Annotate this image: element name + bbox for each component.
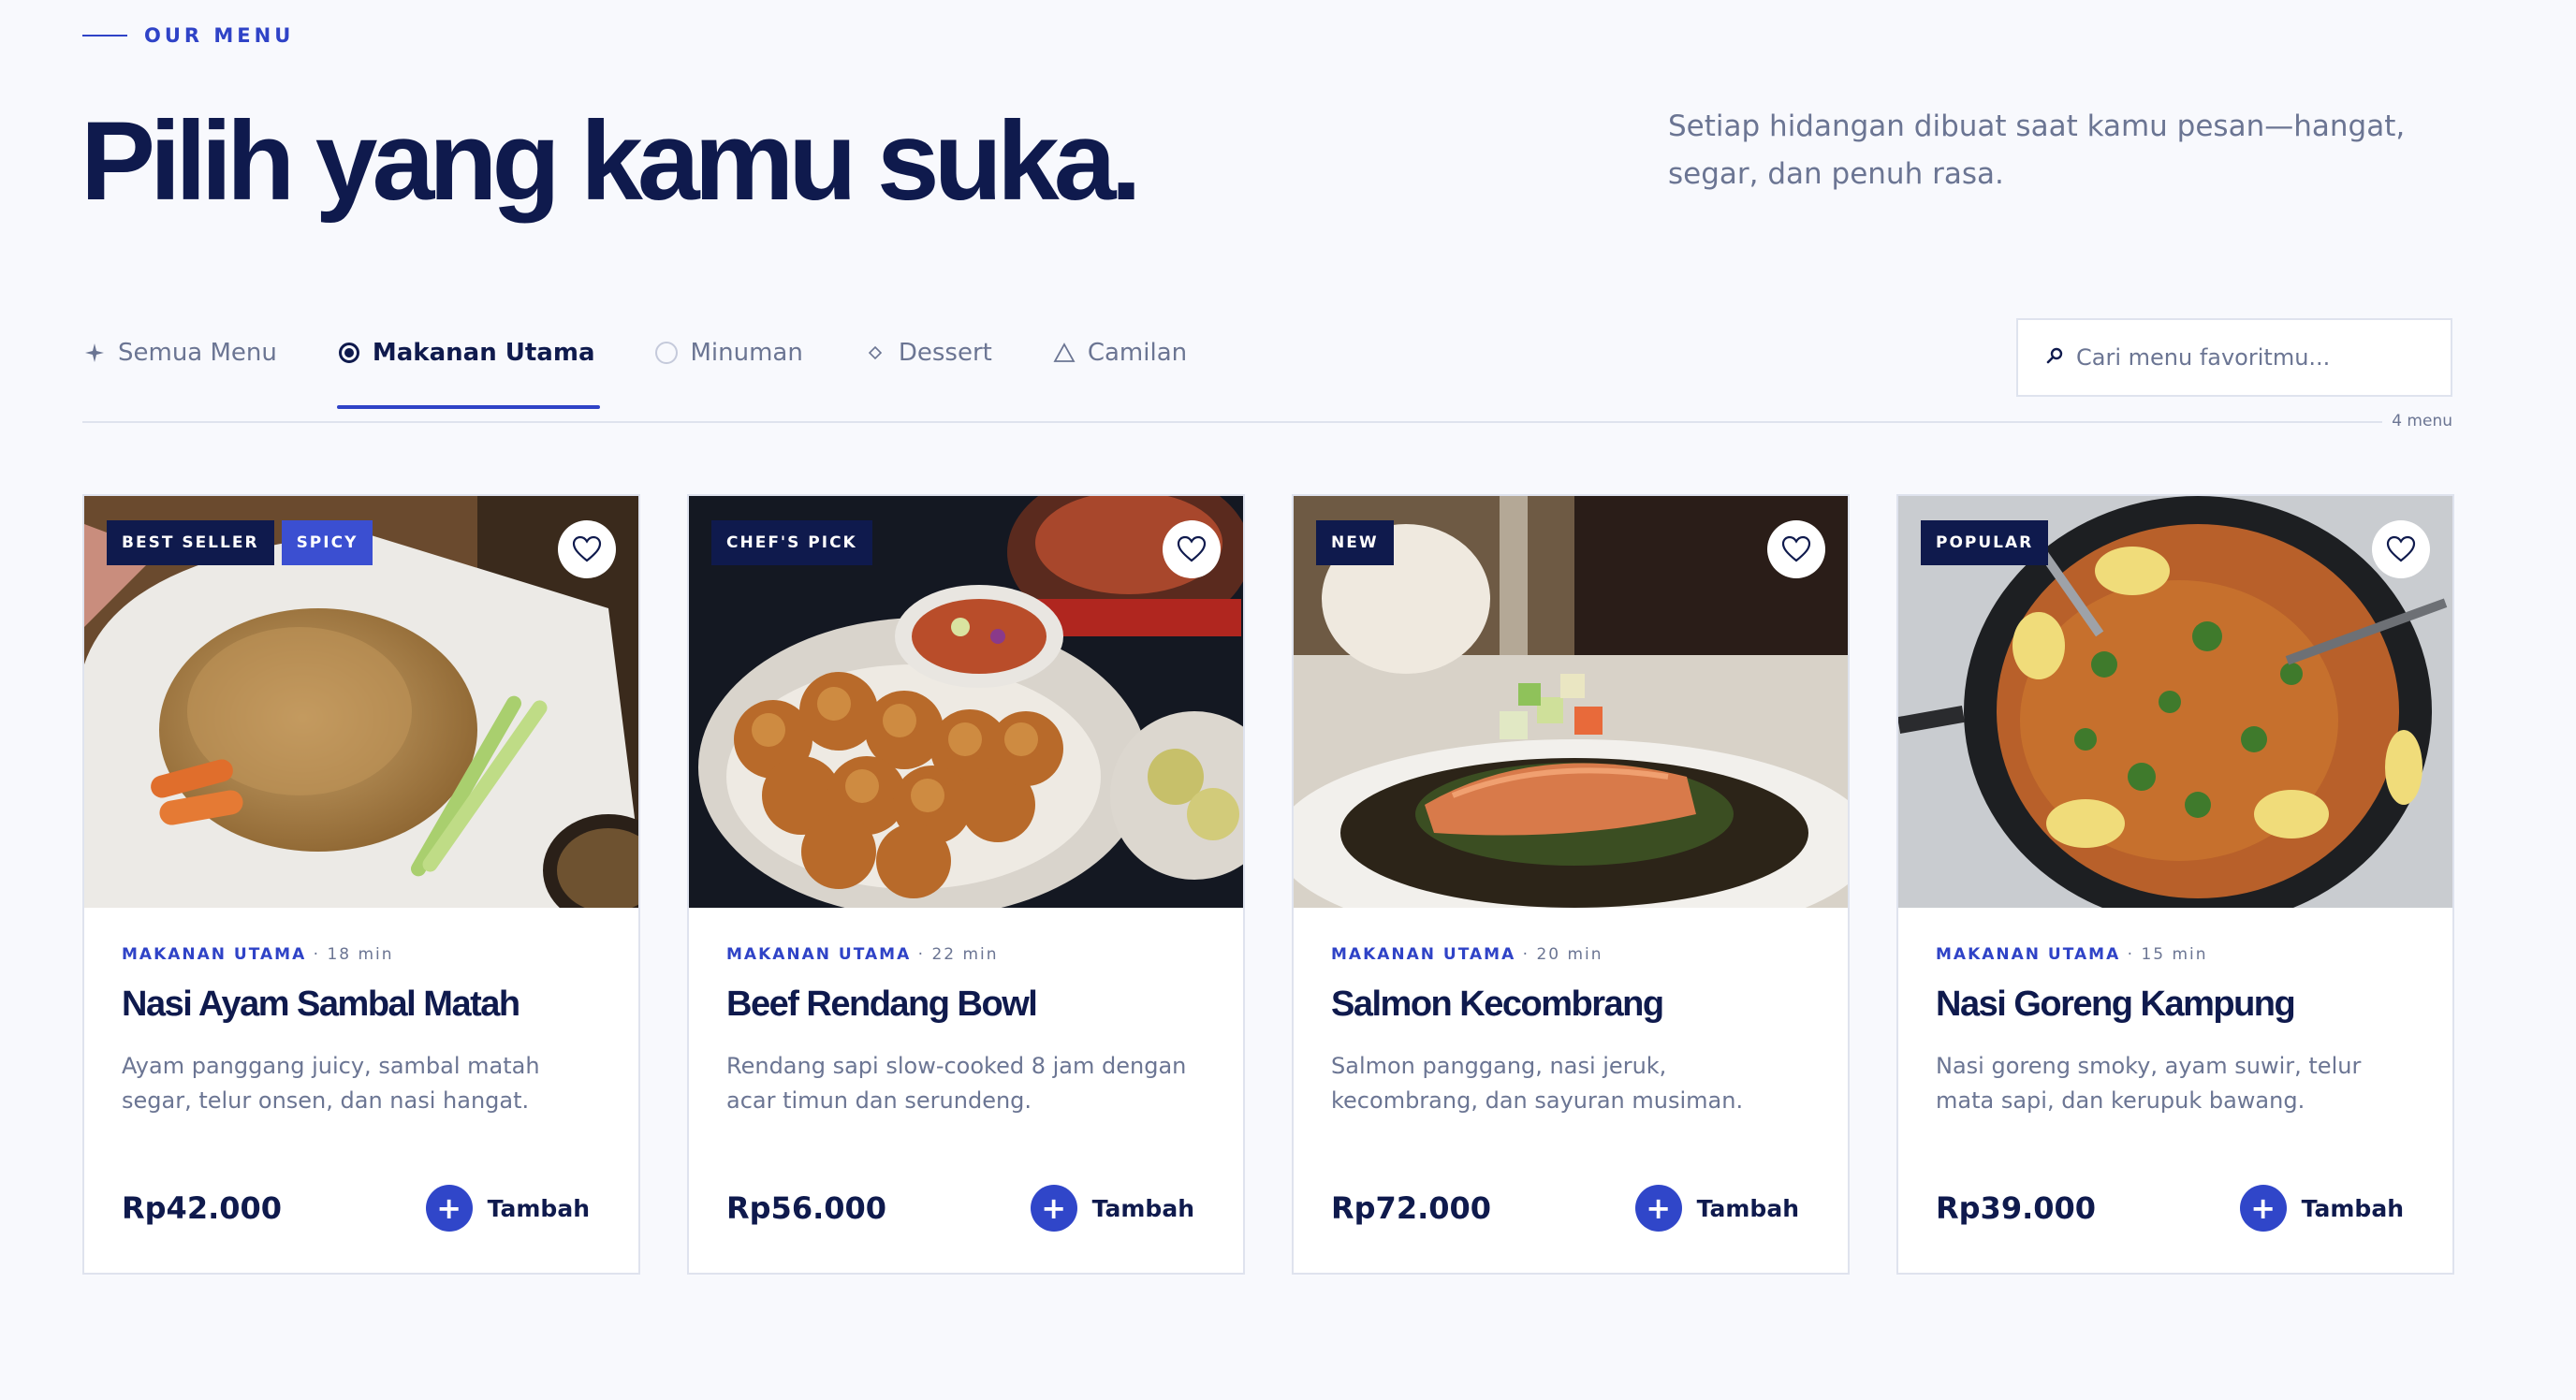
menu-card[interactable]: POPULAR MAKANAN UTAMA · 15 min Nasi Gore… <box>1896 494 2454 1275</box>
card-time: · 18 min <box>313 945 394 964</box>
badge-group: POPULAR <box>1921 520 2056 565</box>
card-category: MAKANAN UTAMA <box>1331 945 1516 964</box>
menu-grid: BEST SELLER SPICY MAKANAN UTAMA · 18 min… <box>82 494 2454 1275</box>
card-body: MAKANAN UTAMA · 20 min Salmon Kecombrang… <box>1294 908 1848 1118</box>
card-footer: Rp56.000 + Tambah <box>726 1185 1194 1232</box>
triangle-icon <box>1052 343 1076 363</box>
card-description: Ayam panggang juicy, sambal matah segar,… <box>122 1053 540 1114</box>
search-input[interactable] <box>2076 344 2432 371</box>
card-meta: MAKANAN UTAMA · 20 min <box>1331 945 1810 964</box>
add-label: Tambah <box>1091 1194 1194 1222</box>
card-meta: MAKANAN UTAMA · 18 min <box>122 945 601 964</box>
fried-rice-plate-photo: BEST SELLER SPICY <box>84 496 638 908</box>
diamond-icon <box>863 345 887 360</box>
card-description: Salmon panggang, nasi jeruk, kecombrang,… <box>1331 1053 1744 1114</box>
heart-icon[interactable] <box>2372 520 2430 578</box>
tab-label: Semua Menu <box>118 339 277 367</box>
menu-card[interactable]: NEW MAKANAN UTAMA · 20 min Salmon Kecomb… <box>1292 494 1850 1275</box>
salmon-plate-photo: NEW <box>1294 496 1848 908</box>
card-body: MAKANAN UTAMA · 22 min Beef Rendang Bowl… <box>689 908 1243 1118</box>
tab-camilan[interactable]: Camilan <box>1052 329 1187 376</box>
card-category: MAKANAN UTAMA <box>726 945 912 964</box>
menu-card[interactable]: CHEF'S PICK MAKANAN UTAMA · 22 min Beef … <box>687 494 1245 1275</box>
tab-dessert[interactable]: Dessert <box>863 329 992 376</box>
badge-chefs-pick: CHEF'S PICK <box>711 520 872 565</box>
card-meta: MAKANAN UTAMA · 22 min <box>726 945 1206 964</box>
heart-icon[interactable] <box>1163 520 1221 578</box>
tab-label: Makanan Utama <box>372 339 595 367</box>
add-label: Tambah <box>1696 1194 1799 1222</box>
tab-makanan-utama[interactable]: Makanan Utama <box>336 329 601 409</box>
badge-group: CHEF'S PICK <box>711 520 880 565</box>
badge-best-seller: BEST SELLER <box>107 520 274 565</box>
tab-minuman[interactable]: Minuman <box>654 329 803 376</box>
add-label: Tambah <box>2301 1194 2404 1222</box>
badge-group: NEW <box>1316 520 1401 565</box>
card-time: · 15 min <box>2127 945 2208 964</box>
card-description: Rendang sapi slow-cooked 8 jam dengan ac… <box>726 1053 1187 1114</box>
tabs-divider <box>82 421 2452 423</box>
badge-new: NEW <box>1316 520 1394 565</box>
sparkle-icon <box>82 343 107 363</box>
plus-icon: + <box>425 1185 473 1232</box>
card-body: MAKANAN UTAMA · 18 min Nasi Ayam Sambal … <box>84 908 638 1118</box>
tab-label: Camilan <box>1087 339 1188 367</box>
circle-icon <box>654 342 679 364</box>
plus-icon: + <box>1030 1185 1077 1232</box>
heart-icon[interactable] <box>558 520 616 578</box>
search-box <box>2016 318 2452 397</box>
paella-pan-photo: POPULAR <box>1898 496 2452 908</box>
radio-selected-icon <box>337 343 361 363</box>
card-time: · 20 min <box>1522 945 1603 964</box>
menu-card[interactable]: BEST SELLER SPICY MAKANAN UTAMA · 18 min… <box>82 494 640 1275</box>
card-meta: MAKANAN UTAMA · 15 min <box>1936 945 2415 964</box>
add-to-cart-button[interactable]: + Tambah <box>1634 1185 1799 1232</box>
card-footer: Rp39.000 + Tambah <box>1936 1185 2404 1232</box>
add-label: Tambah <box>487 1194 590 1222</box>
section-eyebrow: OUR MENU <box>82 24 294 47</box>
card-title: Nasi Ayam Sambal Matah <box>122 984 520 1024</box>
heart-icon[interactable] <box>1767 520 1825 578</box>
card-category: MAKANAN UTAMA <box>1936 945 2121 964</box>
eyebrow-line <box>82 35 127 36</box>
badge-group: BEST SELLER SPICY <box>107 520 380 565</box>
card-price: Rp72.000 <box>1331 1190 1492 1226</box>
page-subtitle: Setiap hidangan dibuat saat kamu pesan—h… <box>1668 109 2406 191</box>
card-title: Salmon Kecombrang <box>1331 984 1664 1024</box>
card-title: Beef Rendang Bowl <box>726 984 1038 1024</box>
eyebrow-text: OUR MENU <box>144 24 295 47</box>
card-category: MAKANAN UTAMA <box>122 945 307 964</box>
card-price: Rp39.000 <box>1936 1190 2097 1226</box>
category-tabs: Semua Menu Makanan Utama Minuman Dessert… <box>82 329 1247 410</box>
add-to-cart-button[interactable]: + Tambah <box>425 1185 590 1232</box>
add-to-cart-button[interactable]: + Tambah <box>2239 1185 2404 1232</box>
card-price: Rp56.000 <box>726 1190 887 1226</box>
search-icon <box>2046 346 2063 370</box>
badge-popular: POPULAR <box>1921 520 2049 565</box>
add-to-cart-button[interactable]: + Tambah <box>1030 1185 1194 1232</box>
bread-rolls-curry-photo: CHEF'S PICK <box>689 496 1243 908</box>
badge-spicy: SPICY <box>281 520 373 565</box>
tab-label: Dessert <box>898 339 992 367</box>
card-price: Rp42.000 <box>122 1190 283 1226</box>
tab-semua-menu[interactable]: Semua Menu <box>82 329 277 376</box>
result-count: 4 menu <box>2382 412 2452 430</box>
card-time: · 22 min <box>917 945 999 964</box>
card-title: Nasi Goreng Kampung <box>1936 984 2296 1024</box>
card-footer: Rp42.000 + Tambah <box>122 1185 590 1232</box>
card-body: MAKANAN UTAMA · 15 min Nasi Goreng Kampu… <box>1898 908 2452 1118</box>
card-footer: Rp72.000 + Tambah <box>1331 1185 1799 1232</box>
tab-label: Minuman <box>690 339 803 367</box>
plus-icon: + <box>1634 1185 1682 1232</box>
page-title: Pilih yang kamu suka. <box>80 98 1142 224</box>
card-description: Nasi goreng smoky, ayam suwir, telur mat… <box>1936 1053 2362 1114</box>
plus-icon: + <box>2239 1185 2287 1232</box>
